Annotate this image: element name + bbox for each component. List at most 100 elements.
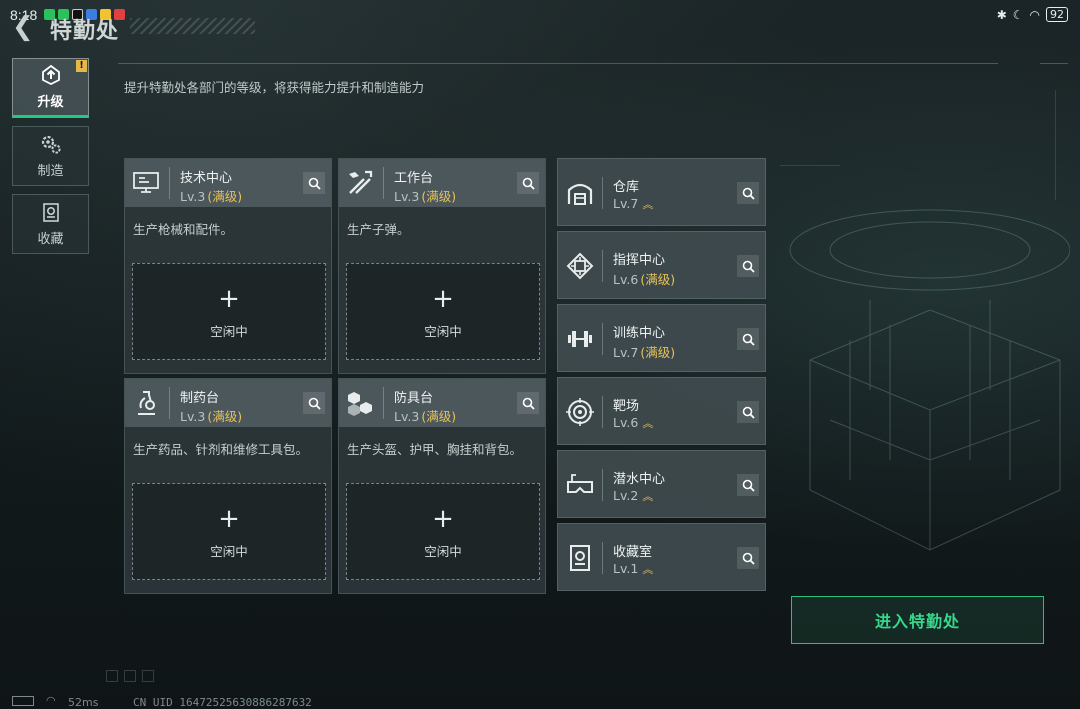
department-name: 技术中心 [180, 171, 233, 186]
facility-name: 潜水中心 [613, 472, 666, 487]
search-button[interactable] [517, 392, 539, 414]
bluetooth-icon: ✱ [996, 7, 1007, 22]
search-icon [742, 406, 755, 419]
microscope-icon [138, 391, 155, 415]
background-building-illustration [789, 209, 1070, 551]
idle-production-slot[interactable]: + 空闲中 [132, 263, 326, 360]
search-button[interactable] [517, 172, 539, 194]
upgrade-available-icon: ︽ [642, 490, 653, 503]
level-value: Lv.7 [613, 196, 639, 211]
facility-name: 仓库 [613, 180, 640, 195]
target-icon [566, 398, 594, 426]
sidebar-tab-label: 升级 [37, 95, 64, 110]
page-title: 特勤处 [50, 19, 120, 44]
level-value: Lv.3 [394, 409, 420, 424]
diving-mask-icon [567, 474, 593, 493]
facility-card-shooting-range[interactable]: 靶场 Lv.6 ︽ [557, 377, 766, 445]
back-arrow-icon[interactable]: ❮ [12, 14, 34, 40]
department-card-tech-center[interactable]: 技术中心 Lv.3 (满级) 生产枪械和配件。 + 空闲中 [124, 158, 332, 374]
department-card-armor-bench[interactable]: 防具台 Lv.3 (满级) 生产头盔、护甲、胸挂和背包。 + 空闲中 [338, 378, 546, 594]
corner-decoration [124, 670, 136, 682]
department-level: Lv.3 (满级) [180, 406, 242, 425]
plus-icon: + [218, 504, 240, 534]
department-description: 生产药品、针剂和维修工具包。 [133, 442, 309, 457]
slot-status: 空闲中 [424, 544, 462, 559]
tools-icon [349, 170, 373, 194]
level-value: Lv.1 [613, 561, 639, 576]
device-icon [12, 696, 34, 706]
search-icon [308, 177, 321, 190]
divider [169, 387, 170, 419]
department-name: 制药台 [180, 391, 220, 406]
frame-line [780, 165, 840, 166]
level-value: Lv.7 [613, 345, 639, 360]
search-button[interactable] [303, 392, 325, 414]
upgrade-available-icon: ︽ [642, 417, 653, 430]
upgrade-available-icon: ︽ [642, 563, 653, 576]
search-button[interactable] [737, 255, 759, 277]
warehouse-icon [567, 183, 593, 205]
facility-level: Lv.7 ︽ [613, 196, 653, 212]
search-icon [742, 552, 755, 565]
card-header: 制药台 Lv.3 (满级) [125, 379, 331, 427]
sidebar-tab-label: 制造 [37, 164, 64, 179]
divider [602, 177, 603, 209]
sidebar-tab-craft[interactable]: 制造 [12, 126, 89, 186]
search-icon [308, 397, 321, 410]
idle-production-slot[interactable]: + 空闲中 [346, 263, 540, 360]
facility-name: 训练中心 [613, 326, 666, 341]
enter-special-ops-button[interactable]: 进入特勤处 [791, 596, 1044, 644]
sidebar-tab-label: 收藏 [37, 232, 64, 247]
max-level-tag: (满级) [640, 345, 676, 360]
max-level-tag: (满级) [640, 272, 676, 287]
upgrade-available-icon: ︽ [642, 198, 653, 211]
battery-indicator: 92 [1046, 7, 1068, 22]
card-header: 防具台 Lv.3 (满级) [339, 379, 545, 427]
title-decoration [130, 18, 255, 34]
department-name: 防具台 [394, 391, 434, 406]
idle-production-slot[interactable]: + 空闲中 [132, 483, 326, 580]
search-button[interactable] [737, 401, 759, 423]
page-subtitle: 提升特勤处各部门的等级，将获得能力提升和制造能力 [124, 80, 425, 95]
search-icon [742, 479, 755, 492]
sidebar-tab-upgrade[interactable]: 升级 ! [12, 58, 89, 118]
search-button[interactable] [737, 474, 759, 496]
footer-info: ◠ 52ms CN UID 16472525630886287632 [12, 694, 412, 709]
department-level: Lv.3 (满级) [180, 186, 242, 205]
ping-value: 52ms [68, 696, 99, 709]
divider [602, 469, 603, 501]
card-header: 工作台 Lv.3 (满级) [339, 159, 545, 207]
department-description: 生产头盔、护甲、胸挂和背包。 [347, 442, 523, 457]
facility-card-command-center[interactable]: 指挥中心 Lv.6 (满级) [557, 231, 766, 299]
sidebar-tab-collection[interactable]: 收藏 [12, 194, 89, 254]
search-button[interactable] [737, 547, 759, 569]
level-value: Lv.3 [394, 189, 420, 204]
facility-card-warehouse[interactable]: 仓库 Lv.7 ︽ [557, 158, 766, 226]
department-level: Lv.3 (满级) [394, 406, 456, 425]
idle-production-slot[interactable]: + 空闲中 [346, 483, 540, 580]
level-value: Lv.3 [180, 409, 206, 424]
slot-status: 空闲中 [210, 544, 248, 559]
card-header: 技术中心 Lv.3 (满级) [125, 159, 331, 207]
search-button[interactable] [737, 328, 759, 350]
divider [1040, 63, 1068, 64]
facility-name: 靶场 [613, 399, 640, 414]
divider [169, 167, 170, 199]
search-button[interactable] [303, 172, 325, 194]
facility-card-training-center[interactable]: 训练中心 Lv.7 (满级) [557, 304, 766, 372]
facility-level: Lv.7 (满级) [613, 342, 675, 361]
dumbbell-icon [568, 331, 592, 347]
facility-card-collection-room[interactable]: 收藏室 Lv.1 ︽ [557, 523, 766, 591]
search-button[interactable] [737, 182, 759, 204]
plus-icon: + [218, 284, 240, 314]
max-level-tag: (满级) [207, 189, 243, 204]
search-icon [522, 177, 535, 190]
corner-decoration [106, 670, 118, 682]
signal-icon: ◠ [46, 694, 56, 707]
facility-card-diving-center[interactable]: 潜水中心 Lv.2 ︽ [557, 450, 766, 518]
level-value: Lv.3 [180, 189, 206, 204]
divider [602, 396, 603, 428]
department-card-workbench[interactable]: 工作台 Lv.3 (满级) 生产子弹。 + 空闲中 [338, 158, 546, 374]
department-card-pharmacy[interactable]: 制药台 Lv.3 (满级) 生产药品、针剂和维修工具包。 + 空闲中 [124, 378, 332, 594]
divider [602, 250, 603, 282]
